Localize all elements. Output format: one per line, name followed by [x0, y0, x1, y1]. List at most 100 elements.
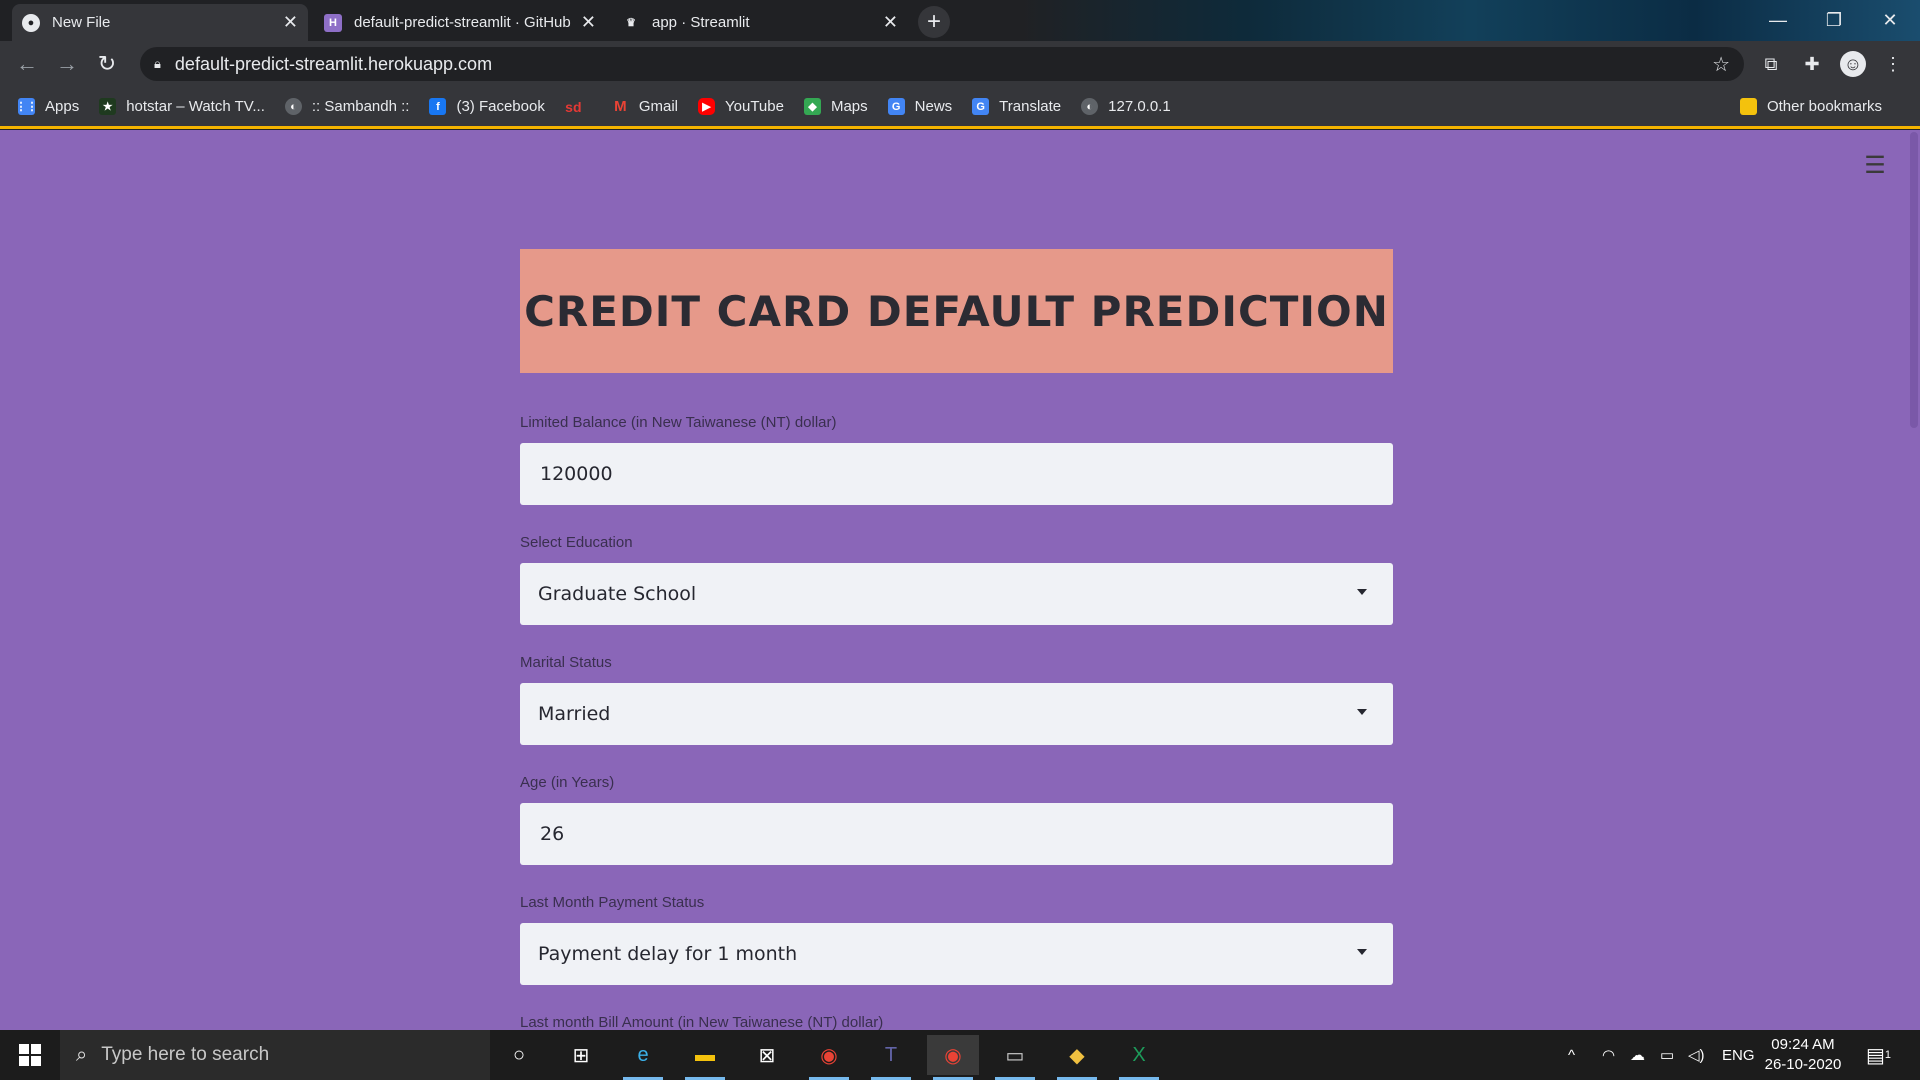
bookmark-hotstar[interactable]: ★ hotstar – Watch TV...	[99, 98, 265, 115]
menu-kebab-icon[interactable]: ⋮	[1880, 51, 1906, 77]
minimize-icon[interactable]: —	[1750, 0, 1806, 41]
bookmark-news[interactable]: G News	[887, 98, 952, 115]
bookmark-label: Other bookmarks	[1766, 98, 1882, 115]
address-bar[interactable]: 🔒︎ default-predict-streamlit.herokuapp.c…	[140, 47, 1744, 81]
marital-status-value: Married	[538, 703, 611, 725]
age-label: Age (in Years)	[520, 774, 615, 791]
notification-count: 1	[1884, 1049, 1892, 1061]
new-tab-button[interactable]: +	[918, 6, 950, 38]
search-placeholder: Type here to search	[101, 1044, 270, 1065]
limit-balance-input[interactable]: 120000	[520, 443, 1393, 505]
close-window-icon[interactable]: ✕	[1862, 0, 1918, 41]
excel-icon[interactable]: X	[1113, 1035, 1165, 1080]
reload-icon[interactable]: ↻	[92, 49, 122, 79]
chrome-profile-icon[interactable]: ◉	[803, 1035, 855, 1080]
tab-streamlit[interactable]: ♛ app · Streamlit ✕	[612, 4, 908, 41]
globe-icon: ◐	[284, 98, 302, 115]
facebook-icon: f	[429, 98, 447, 115]
teams-icon[interactable]: T	[865, 1035, 917, 1080]
restore-icon[interactable]: ❐	[1806, 0, 1862, 41]
language-indicator[interactable]: ENG	[1722, 1030, 1755, 1080]
apps-grid-icon: ⋮⋮	[16, 98, 38, 115]
start-button[interactable]	[0, 1030, 60, 1080]
clock[interactable]: 09:24 AM 26-10-2020	[1760, 1035, 1846, 1075]
puzzle-icon[interactable]: ✚	[1799, 51, 1825, 77]
marital-status-label: Marital Status	[520, 654, 612, 671]
git-icon[interactable]: ◆	[1051, 1035, 1103, 1080]
network-icon[interactable]: ◠	[1602, 1030, 1615, 1080]
clock-time: 09:24 AM	[1771, 1036, 1835, 1053]
bookmark-apps[interactable]: ⋮⋮ Apps	[16, 98, 80, 115]
page-title: CREDIT CARD DEFAULT PREDICTION	[524, 286, 1389, 336]
globe-icon: ◐	[1081, 98, 1099, 115]
folder-icon	[1739, 98, 1757, 115]
windows-taskbar: ⌕ Type here to search ○ ⊞ e ▬ ⊠ ◉ T ◉ ▭ …	[0, 1030, 1920, 1080]
notifications-icon[interactable]: ▤ 1	[1866, 1030, 1891, 1080]
close-tab-icon[interactable]: ✕	[883, 12, 898, 33]
github-icon: ●	[22, 13, 40, 32]
hotstar-icon: ★	[99, 98, 117, 115]
hamburger-menu-icon[interactable]: ☰	[1860, 152, 1890, 179]
bookmark-localhost[interactable]: ◐ 127.0.0.1	[1081, 98, 1171, 115]
chrome-icon[interactable]: ◉	[927, 1035, 979, 1080]
scrollbar-thumb[interactable]	[1910, 132, 1918, 428]
bookmark-label: YouTube	[725, 98, 784, 115]
chevron-down-icon	[1357, 949, 1367, 955]
file-explorer-icon[interactable]: ▬	[679, 1035, 731, 1080]
close-tab-icon[interactable]: ✕	[581, 12, 596, 33]
gmail-icon: M	[614, 98, 627, 115]
bookmark-facebook[interactable]: f (3) Facebook	[429, 98, 545, 115]
cortana-icon[interactable]: ○	[493, 1035, 545, 1075]
battery-icon[interactable]: ▭	[1660, 1030, 1674, 1080]
marital-status-select[interactable]: Married	[520, 683, 1393, 745]
bookmark-label: Apps	[45, 98, 80, 115]
bookmark-label: Maps	[830, 98, 868, 115]
other-bookmarks[interactable]: Other bookmarks	[1739, 98, 1882, 115]
forward-icon[interactable]: →	[52, 49, 82, 79]
extension-icon[interactable]: ⧉	[1758, 51, 1784, 77]
bookmark-label: Translate	[999, 98, 1062, 115]
bookmark-translate[interactable]: G Translate	[972, 98, 1061, 115]
profile-avatar-icon[interactable]: ☺	[1840, 51, 1866, 77]
volume-icon[interactable]: ◁)	[1688, 1030, 1705, 1080]
taskbar-search[interactable]: ⌕ Type here to search	[60, 1030, 490, 1080]
payment-status-select[interactable]: Payment delay for 1 month	[520, 923, 1393, 985]
clock-date: 26-10-2020	[1764, 1056, 1842, 1073]
page-scrollbar[interactable]	[1906, 130, 1920, 1030]
maps-icon: ◆	[803, 98, 821, 115]
age-value: 26	[540, 823, 565, 845]
bookmark-sambandh[interactable]: ◐ :: Sambandh ::	[284, 98, 409, 115]
streamlit-app: ☰ CREDIT CARD DEFAULT PREDICTION Limited…	[0, 130, 1920, 1031]
tray-chevron-icon[interactable]: ^	[1568, 1030, 1575, 1080]
back-icon[interactable]: ←	[12, 49, 42, 79]
tab-github[interactable]: H default-predict-streamlit · GitHub ✕	[314, 4, 606, 41]
onedrive-icon[interactable]: ☁	[1630, 1030, 1645, 1080]
bookmark-star-icon[interactable]: ☆	[1712, 52, 1730, 77]
education-select[interactable]: Graduate School	[520, 563, 1393, 625]
bookmark-maps[interactable]: ◆ Maps	[803, 98, 868, 115]
store-icon[interactable]: ⊠	[741, 1035, 793, 1075]
youtube-icon: ▶	[698, 98, 715, 115]
news-icon: G	[887, 98, 905, 115]
bookmark-sd[interactable]: sd	[565, 98, 592, 115]
terminal-icon[interactable]: ▭	[989, 1035, 1041, 1080]
url-text: default-predict-streamlit.herokuapp.com	[174, 53, 493, 74]
bookmark-label: Gmail	[638, 98, 678, 115]
tab-new-file[interactable]: ● New File ✕	[12, 4, 308, 41]
limit-balance-value: 120000	[540, 463, 613, 485]
close-tab-icon[interactable]: ✕	[283, 12, 298, 33]
bookmark-label: (3) Facebook	[456, 98, 545, 115]
edge-icon[interactable]: e	[617, 1035, 669, 1080]
chevron-down-icon	[1357, 589, 1367, 595]
education-label: Select Education	[520, 534, 633, 551]
age-input[interactable]: 26	[520, 803, 1393, 865]
task-view-icon[interactable]: ⊞	[555, 1035, 607, 1075]
streamlit-icon: ♛	[626, 17, 636, 29]
bookmark-gmail[interactable]: M Gmail	[612, 98, 678, 115]
payment-status-label: Last Month Payment Status	[520, 894, 705, 911]
bill-amount-label: Last month Bill Amount (in New Taiwanese…	[520, 1014, 884, 1031]
chevron-down-icon	[1357, 709, 1367, 715]
sd-icon: sd	[565, 98, 582, 115]
tab-title: app · Streamlit	[652, 14, 750, 31]
bookmark-youtube[interactable]: ▶ YouTube	[698, 98, 784, 115]
